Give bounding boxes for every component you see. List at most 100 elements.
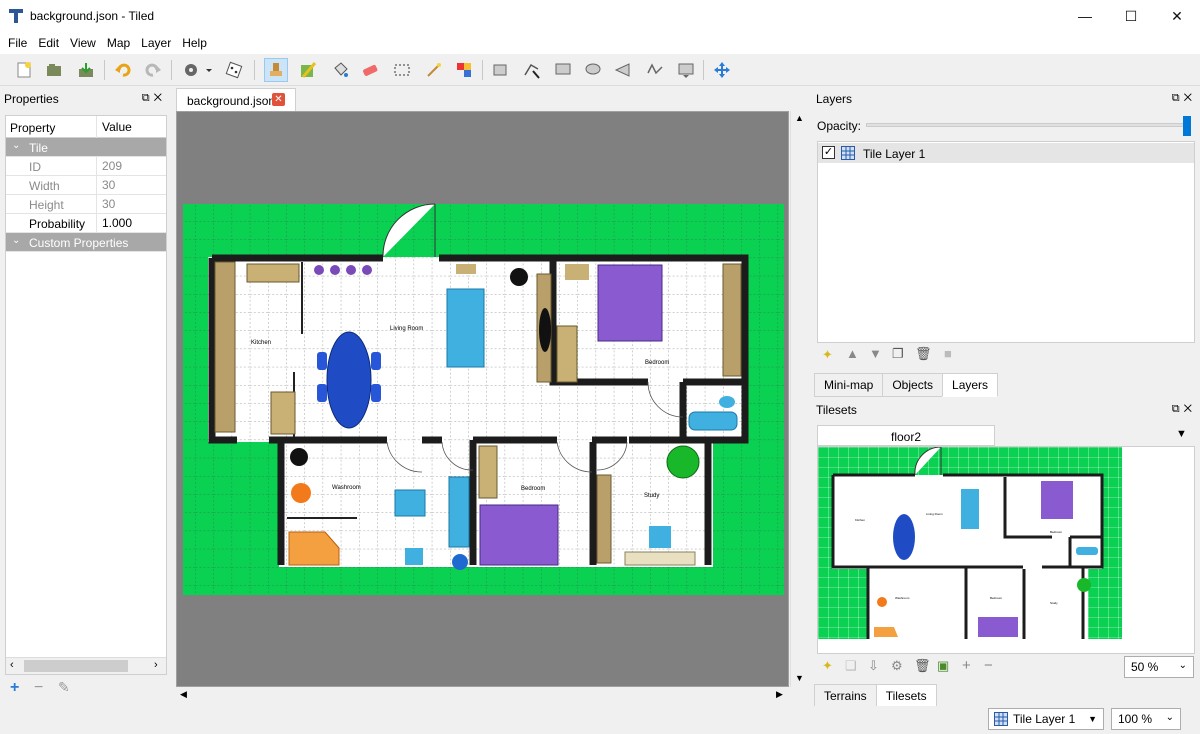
menu-view[interactable]: View xyxy=(66,36,100,50)
title-bar: background.json - Tiled — ☐ ✕ xyxy=(0,0,1200,32)
property-row-id[interactable]: ID 209 xyxy=(6,157,166,176)
menu-file[interactable]: File xyxy=(4,36,31,50)
scroll-left-icon[interactable]: ‹ xyxy=(10,659,14,671)
thumb-label-kitchen: Kitchen xyxy=(855,518,865,522)
chevron-down-icon[interactable]: ▼ xyxy=(1088,714,1097,724)
export-tileset-icon[interactable]: ⇩ xyxy=(868,658,879,674)
chevron-down-icon[interactable]: ⌄ xyxy=(1179,660,1187,671)
raise-layer-icon[interactable]: ▲ xyxy=(846,346,859,361)
tileset-zoom-select[interactable]: 50 % ⌄ xyxy=(1124,656,1194,678)
remove-property-icon[interactable]: − xyxy=(34,679,43,697)
maximize-button[interactable]: ☐ xyxy=(1108,0,1154,32)
property-row-probability[interactable]: Probability 1.000 xyxy=(6,214,166,233)
scroll-left-icon[interactable]: ◀ xyxy=(180,689,187,700)
menu-edit[interactable]: Edit xyxy=(34,36,63,50)
group-tile-row[interactable]: ⌄ Tile xyxy=(6,138,166,157)
remove-tileset-icon[interactable]: 🗑 xyxy=(914,658,931,674)
dock-float-close-icons[interactable]: ⧉✕ xyxy=(1172,92,1196,105)
map-canvas[interactable]: Kitchen Living Room Bedroom Washroom Bed… xyxy=(176,111,789,687)
add-tiles-icon[interactable]: + xyxy=(962,657,971,674)
scroll-down-icon[interactable]: ▼ xyxy=(795,673,804,683)
layer-row[interactable]: ✓ Tile Layer 1 xyxy=(818,143,1194,163)
add-property-icon[interactable]: + xyxy=(10,679,19,697)
bucket-fill-icon[interactable] xyxy=(328,58,352,82)
edit-terrain-icon[interactable]: ▣ xyxy=(937,658,949,674)
magic-wand-icon[interactable] xyxy=(422,58,446,82)
stamp-brush-icon[interactable] xyxy=(264,58,288,82)
insert-rectangle-icon[interactable] xyxy=(551,58,575,82)
tileset-thumbnail[interactable]: Kitchen Living Room Bedroom Washroom Bed… xyxy=(818,446,1194,653)
minimize-button[interactable]: — xyxy=(1062,0,1108,32)
edit-polygons-icon[interactable] xyxy=(520,58,544,82)
duplicate-layer-icon[interactable]: ❐ xyxy=(892,346,904,362)
layer-visibility-checkbox[interactable]: ✓ xyxy=(822,146,835,159)
tab-terrains[interactable]: Terrains xyxy=(814,684,877,708)
select-objects-icon[interactable] xyxy=(489,58,513,82)
menu-map[interactable]: Map xyxy=(103,36,134,50)
move-icon[interactable] xyxy=(710,58,734,82)
canvas-hscrollbar[interactable]: ◀ ▶ xyxy=(176,687,790,704)
tab-layers[interactable]: Layers xyxy=(942,373,999,397)
opacity-slider-handle[interactable] xyxy=(1183,116,1191,136)
properties-panel-title: Properties xyxy=(4,92,59,106)
save-file-icon[interactable] xyxy=(74,58,98,82)
chevron-down-icon[interactable]: ⌄ xyxy=(1166,712,1174,723)
insert-tile-icon[interactable] xyxy=(674,58,698,82)
new-tileset-icon[interactable]: ✦ xyxy=(822,658,833,674)
insert-ellipse-icon[interactable] xyxy=(581,58,605,82)
zoom-select[interactable]: 100 % ⌄ xyxy=(1111,708,1181,730)
remove-tiles-icon[interactable]: − xyxy=(984,657,993,674)
tab-mini-map[interactable]: Mini-map xyxy=(814,373,884,397)
rectangle-select-icon[interactable] xyxy=(390,58,414,82)
canvas-vscrollbar[interactable]: ▲ ▼ xyxy=(790,111,807,687)
properties-hscrollbar[interactable]: ‹ › xyxy=(6,657,166,674)
header-property[interactable]: Property xyxy=(10,121,55,135)
close-window-button[interactable]: ✕ xyxy=(1154,0,1200,32)
tab-background-json[interactable]: background.json ✕ xyxy=(176,88,296,111)
open-file-icon[interactable] xyxy=(42,58,66,82)
header-value[interactable]: Value xyxy=(96,116,132,138)
tab-tilesets[interactable]: Tilesets xyxy=(875,684,937,708)
scroll-right-icon[interactable]: ▶ xyxy=(776,689,783,700)
group-custom-properties-row[interactable]: ⌄ Custom Properties xyxy=(6,233,166,252)
toggle-other-layers-icon[interactable]: ■ xyxy=(944,346,952,361)
undo-icon[interactable] xyxy=(111,58,135,82)
tab-objects[interactable]: Objects xyxy=(882,373,944,397)
property-row-width[interactable]: Width 30 xyxy=(6,176,166,195)
commands-icon[interactable] xyxy=(180,58,214,82)
menu-help[interactable]: Help xyxy=(178,36,211,50)
import-tileset-icon[interactable]: ❑ xyxy=(845,658,857,674)
properties-table: Property Value ⌄ Tile ID 209 Width 30 He… xyxy=(5,115,167,675)
insert-polygon-icon[interactable] xyxy=(611,58,635,82)
lower-layer-icon[interactable]: ▼ xyxy=(869,346,882,361)
tab-tileset-floor2[interactable]: floor2 xyxy=(817,425,995,446)
new-layer-icon[interactable]: ✦ xyxy=(822,347,833,363)
scroll-right-icon[interactable]: › xyxy=(154,659,158,671)
delete-layer-icon[interactable]: 🗑 xyxy=(915,346,932,362)
property-row-height[interactable]: Height 30 xyxy=(6,195,166,214)
tile-layer-icon xyxy=(841,146,855,160)
eraser-icon[interactable] xyxy=(358,58,382,82)
close-tab-icon[interactable]: ✕ xyxy=(272,93,285,106)
chevron-down-icon[interactable]: ⌄ xyxy=(12,140,20,151)
chevron-down-icon[interactable]: ⌄ xyxy=(12,235,20,246)
dock-float-close-icons[interactable]: ⧉✕ xyxy=(142,92,166,105)
opacity-slider[interactable] xyxy=(866,116,1191,136)
tileset-view[interactable]: Kitchen Living Room Bedroom Washroom Bed… xyxy=(817,446,1195,654)
new-file-icon[interactable] xyxy=(12,58,36,82)
property-value[interactable]: 1.000 xyxy=(96,214,132,232)
menu-layer[interactable]: Layer xyxy=(137,36,175,50)
tileset-menu-chevron-icon[interactable]: ▼ xyxy=(1176,428,1187,440)
scroll-up-icon[interactable]: ▲ xyxy=(795,113,804,123)
rename-property-icon[interactable]: ✎ xyxy=(58,679,70,696)
floorplan-map[interactable]: Kitchen Living Room Bedroom Washroom Bed… xyxy=(177,112,788,686)
scroll-thumb[interactable] xyxy=(24,660,128,672)
terrain-brush-icon[interactable] xyxy=(296,58,320,82)
select-same-tile-icon[interactable] xyxy=(452,58,476,82)
dock-float-close-icons[interactable]: ⧉✕ xyxy=(1172,403,1196,416)
insert-polyline-icon[interactable] xyxy=(643,58,667,82)
current-layer-select[interactable]: Tile Layer 1 ▼ xyxy=(988,708,1104,730)
redo-icon[interactable] xyxy=(141,58,165,82)
random-mode-icon[interactable] xyxy=(222,58,246,82)
tileset-properties-icon[interactable]: ⚙ xyxy=(891,658,903,674)
